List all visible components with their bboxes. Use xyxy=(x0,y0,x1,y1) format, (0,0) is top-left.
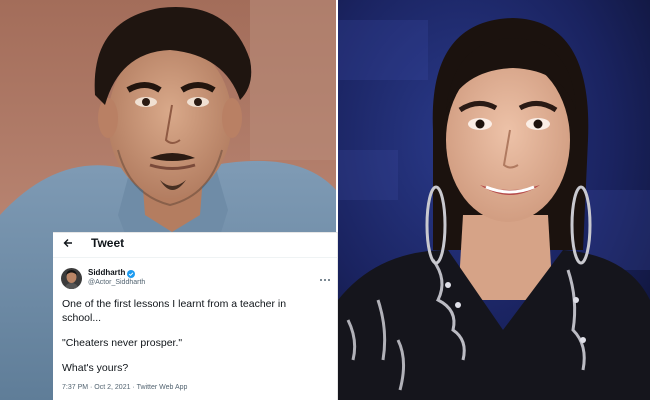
verified-badge-icon xyxy=(127,269,136,278)
tweet-card: Tweet Siddharth @Actor_Siddharth One of … xyxy=(53,232,338,400)
more-options-icon[interactable] xyxy=(319,270,331,281)
header-separator xyxy=(53,257,337,258)
tweet-text-line: school... xyxy=(62,312,102,324)
back-arrow-icon[interactable] xyxy=(61,236,75,250)
tweet-author-row: Siddharth @Actor_Siddharth xyxy=(53,261,337,295)
author-handle[interactable]: @Actor_Siddharth xyxy=(88,278,145,288)
avatar[interactable] xyxy=(61,267,82,289)
tweet-header: Tweet xyxy=(53,233,337,253)
author-name-line: Siddharth xyxy=(88,268,145,278)
tweet-text-line: One of the first lessons I learnt from a… xyxy=(62,298,287,310)
tweet-header-title: Tweet xyxy=(91,236,125,250)
tweet-text: One of the first lessons I learnt from a… xyxy=(53,295,337,375)
photo-woman xyxy=(338,0,650,400)
author-name[interactable]: Siddharth xyxy=(88,268,125,278)
tweet-text-line: What's yours? xyxy=(62,362,129,374)
tweet-text-line: "Cheaters never prosper." xyxy=(62,337,183,349)
tweet-timestamp[interactable]: 7:37 PM · Oct 2, 2021 · Twitter Web App xyxy=(53,375,337,391)
author-info: Siddharth @Actor_Siddharth xyxy=(88,268,145,288)
